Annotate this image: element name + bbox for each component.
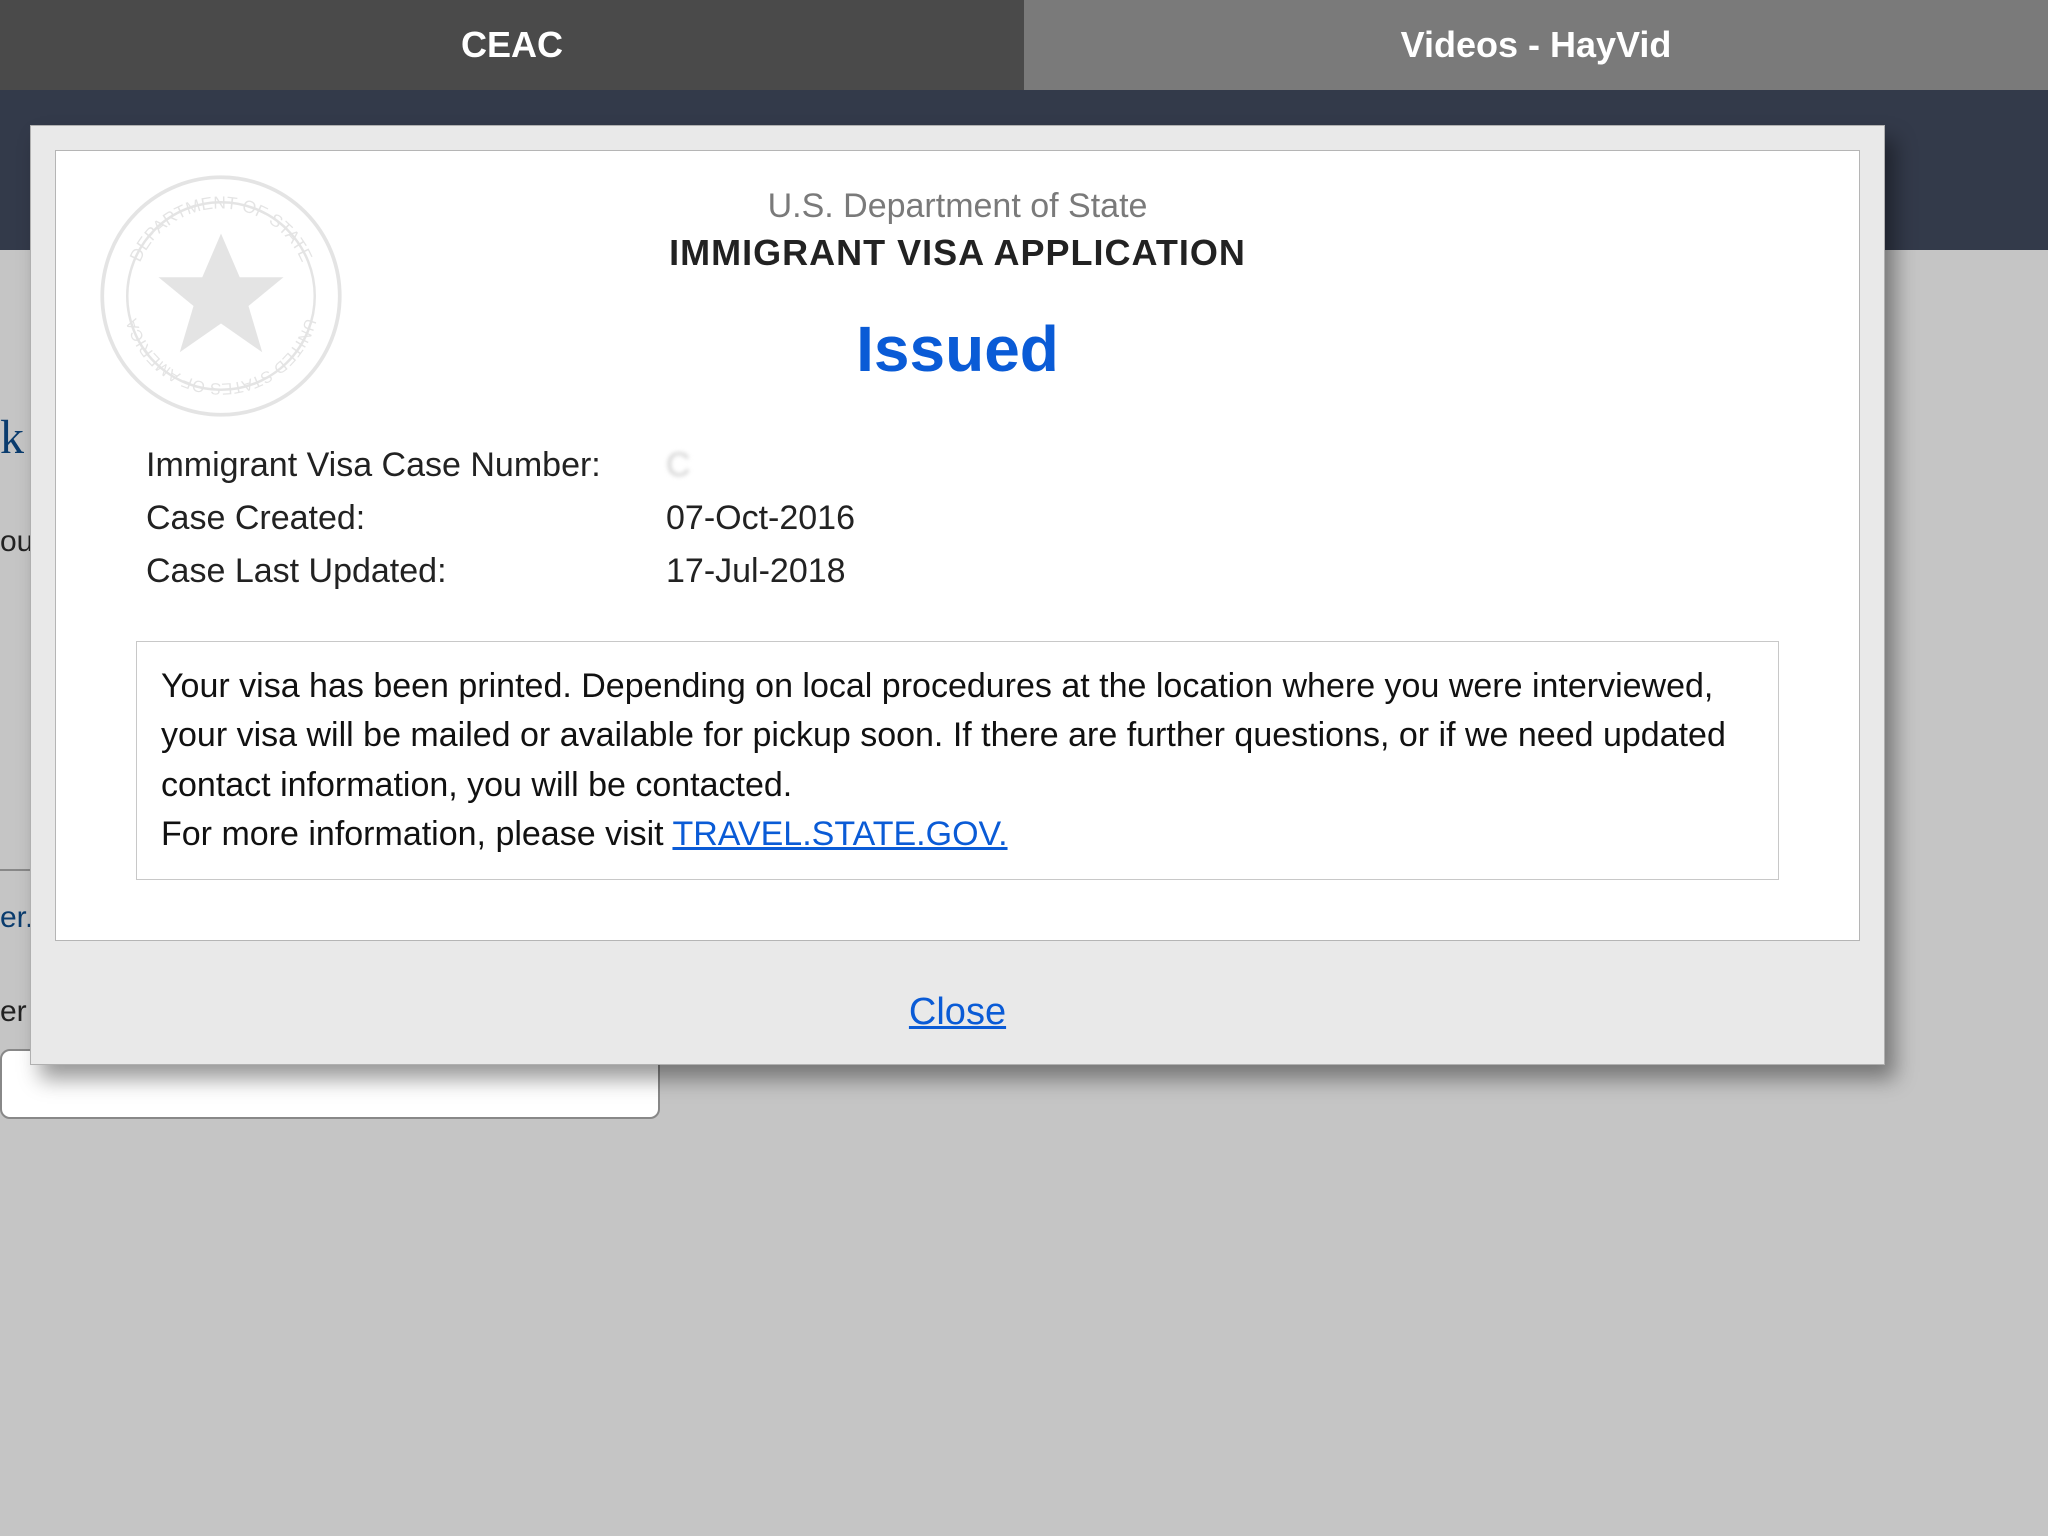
case-updated-value: 17-Jul-2018	[666, 552, 846, 591]
case-updated-label: Case Last Updated:	[146, 552, 666, 591]
case-created-value: 07-Oct-2016	[666, 499, 855, 538]
more-info-prefix: For more information, please visit	[161, 815, 672, 853]
tab-videos[interactable]: Videos - HayVid	[1024, 0, 2048, 90]
tab-ceac[interactable]: CEAC	[0, 0, 1024, 90]
tab-ceac-label: CEAC	[461, 24, 563, 66]
message-body: Your visa has been printed. Depending on…	[161, 667, 1726, 804]
svg-text:UNITED STATES OF AMERICA: UNITED STATES OF AMERICA	[123, 316, 320, 397]
case-created-label: Case Created:	[146, 499, 666, 538]
browser-tabbar: CEAC Videos - HayVid	[0, 0, 2048, 90]
close-button[interactable]: Close	[909, 991, 1006, 1033]
case-created-row: Case Created: 07-Oct-2016	[146, 499, 1819, 538]
visa-status-modal: DEPARTMENT OF STATE UNITED STATES OF AME…	[30, 125, 1885, 1065]
modal-content: DEPARTMENT OF STATE UNITED STATES OF AME…	[55, 150, 1860, 941]
modal-header: U.S. Department of State IMMIGRANT VISA …	[96, 187, 1819, 386]
case-number-value: C	[666, 446, 691, 485]
state-dept-seal-icon: DEPARTMENT OF STATE UNITED STATES OF AME…	[96, 171, 346, 421]
dept-name: U.S. Department of State	[96, 187, 1819, 226]
tab-videos-label: Videos - HayVid	[1401, 24, 1672, 66]
modal-footer: Close	[31, 965, 1884, 1064]
case-updated-row: Case Last Updated: 17-Jul-2018	[146, 552, 1819, 591]
status-message: Your visa has been printed. Depending on…	[136, 641, 1779, 880]
case-fields: Immigrant Visa Case Number: C Case Creat…	[146, 446, 1819, 591]
travel-state-gov-link[interactable]: TRAVEL.STATE.GOV.	[672, 815, 1007, 853]
visa-status: Issued	[96, 312, 1819, 386]
case-number-label: Immigrant Visa Case Number:	[146, 446, 666, 485]
case-number-row: Immigrant Visa Case Number: C	[146, 446, 1819, 485]
application-title: IMMIGRANT VISA APPLICATION	[96, 232, 1819, 274]
